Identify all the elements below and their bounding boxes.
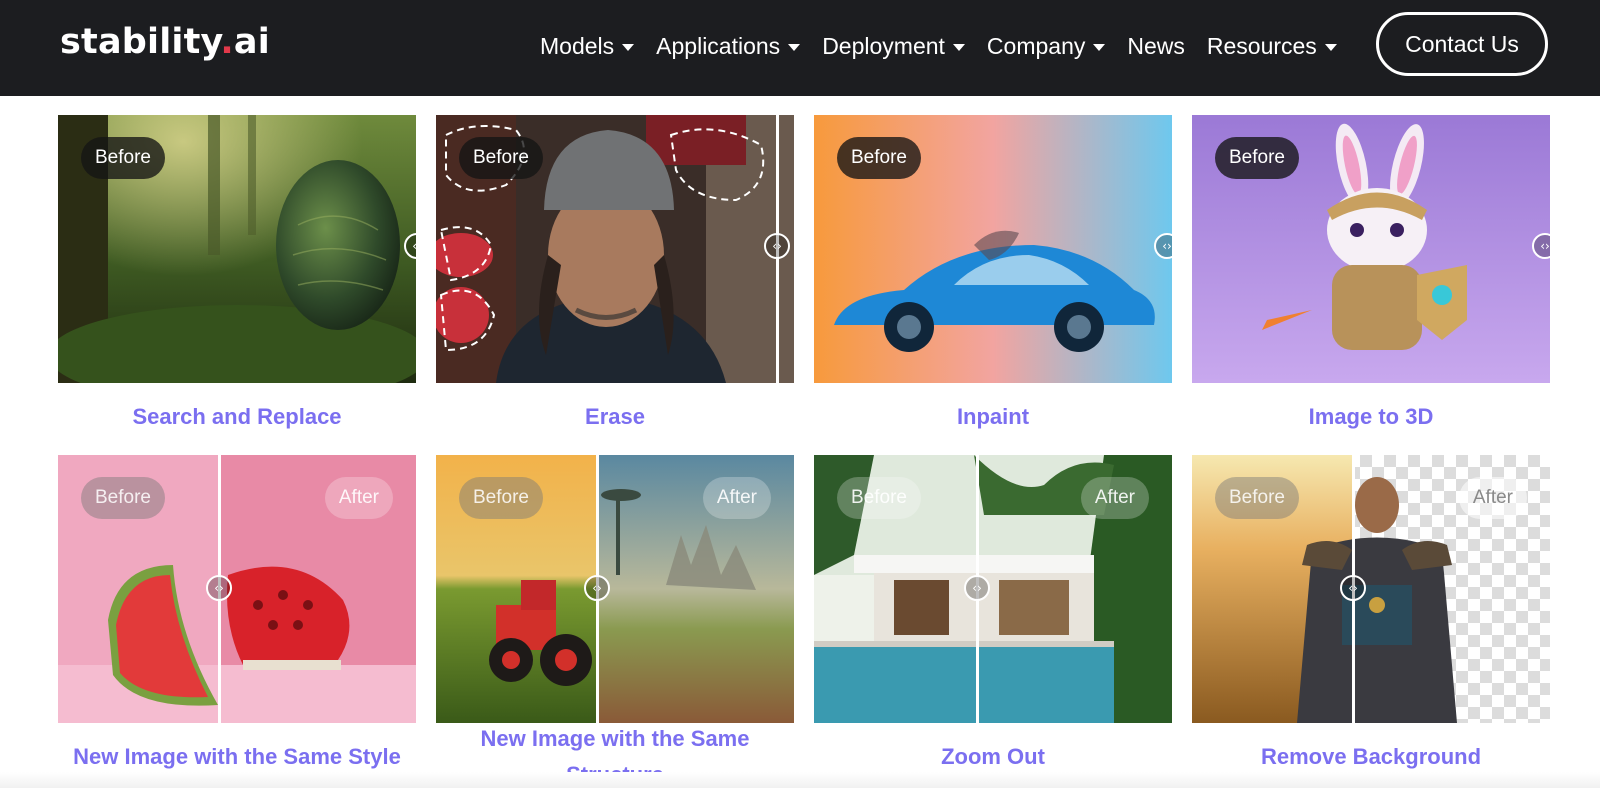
card-title[interactable]: New Image with the Same Style	[58, 739, 416, 775]
before-label: Before	[1215, 137, 1299, 179]
chevron-down-icon	[1093, 43, 1106, 51]
nav-applications[interactable]: Applications	[656, 33, 801, 60]
compare-slider-handle[interactable]: ‹›	[206, 575, 232, 601]
before-after-image[interactable]: Before After ‹›	[436, 455, 794, 723]
nav-company[interactable]: Company	[987, 33, 1106, 60]
before-label: Before	[81, 137, 165, 179]
card-title[interactable]: Image to 3D	[1192, 399, 1550, 435]
before-after-image[interactable]: Before ‹›	[814, 115, 1172, 383]
page-bottom-edge	[0, 772, 1600, 788]
before-after-image[interactable]: Before ‹›	[1192, 115, 1550, 383]
chevron-down-icon	[622, 43, 635, 51]
after-label: After	[1080, 477, 1149, 519]
nav-resources[interactable]: Resources	[1207, 33, 1337, 60]
compare-slider-handle[interactable]: ‹›	[1340, 575, 1366, 601]
after-label: After	[702, 477, 771, 519]
before-label: Before	[1215, 477, 1299, 519]
main-menu: Models Applications Deployment Company N…	[540, 30, 1359, 62]
card-title[interactable]: Remove Background	[1192, 739, 1550, 775]
before-label: Before	[837, 137, 921, 179]
before-after-image[interactable]: Before After ‹›	[814, 455, 1172, 723]
after-label: After	[324, 477, 393, 519]
card-title[interactable]: Search and Replace	[58, 399, 416, 435]
compare-slider-handle[interactable]: ‹›	[964, 575, 990, 601]
chevron-down-icon	[1324, 43, 1337, 51]
top-navbar: stability.ai Models Applications Deploym…	[0, 0, 1600, 96]
nav-models[interactable]: Models	[540, 33, 635, 60]
card-title[interactable]: Erase	[436, 399, 794, 435]
before-label: Before	[459, 477, 543, 519]
chevron-down-icon	[952, 43, 965, 51]
compare-slider-handle[interactable]: ‹›	[584, 575, 610, 601]
card-title[interactable]: Inpaint	[814, 399, 1172, 435]
compare-slider-handle[interactable]: ‹›	[764, 233, 790, 259]
before-after-image[interactable]: Before ‹›	[436, 115, 794, 383]
before-after-image[interactable]: Before After ‹›	[58, 455, 416, 723]
nav-deployment[interactable]: Deployment	[822, 33, 965, 60]
after-label: After	[1458, 477, 1527, 519]
card-title[interactable]: Zoom Out	[814, 739, 1172, 775]
before-label: Before	[459, 137, 543, 179]
chevron-down-icon	[788, 43, 801, 51]
before-after-image[interactable]: Before ‹›	[58, 115, 416, 383]
stability-logo[interactable]: stability.ai	[60, 22, 270, 62]
contact-us-button[interactable]: Contact Us	[1376, 12, 1548, 76]
nav-news[interactable]: News	[1127, 33, 1185, 60]
before-label: Before	[81, 477, 165, 519]
before-after-image[interactable]: Before After ‹›	[1192, 455, 1550, 723]
before-label: Before	[837, 477, 921, 519]
